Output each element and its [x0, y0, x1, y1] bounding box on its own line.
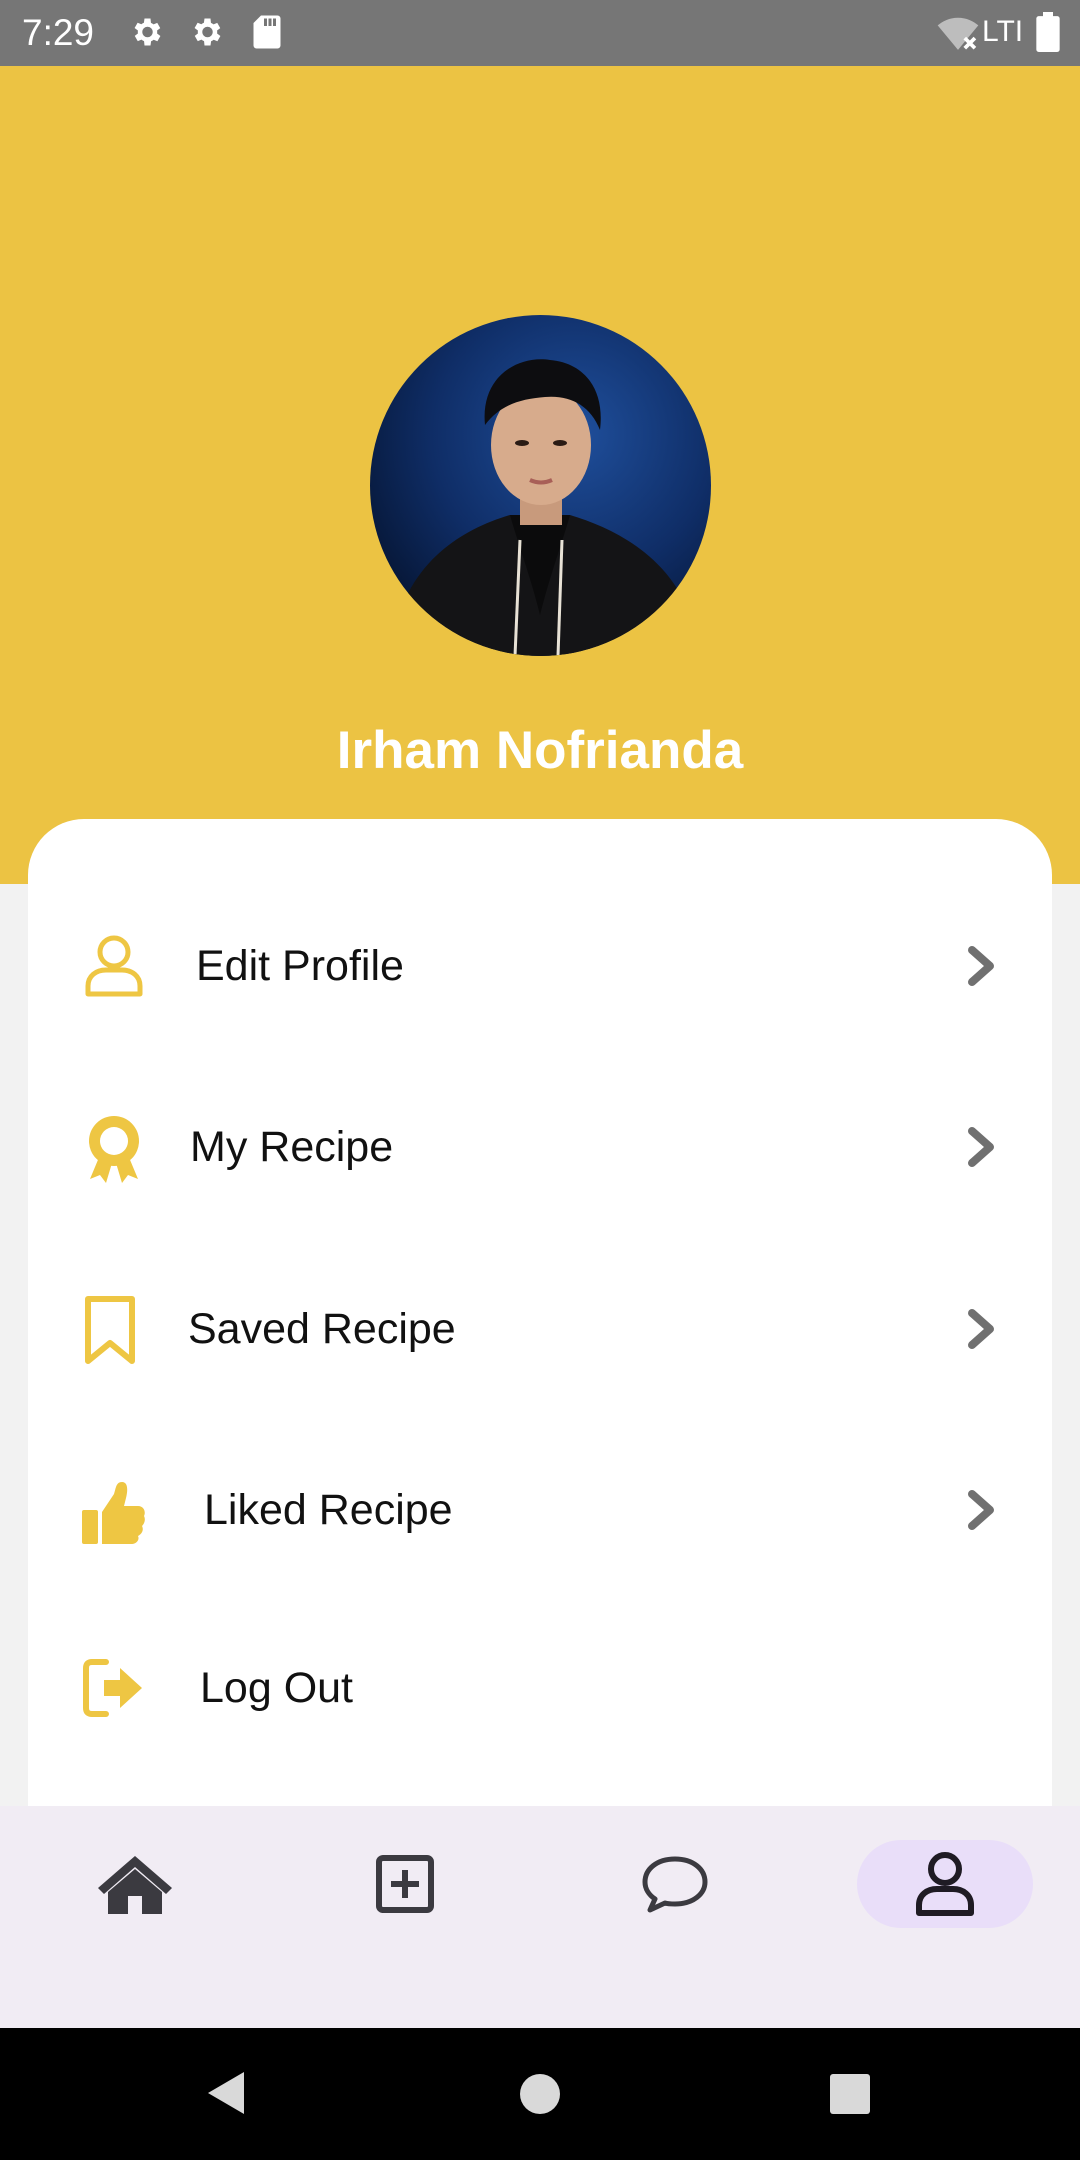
chevron-right-icon [964, 1488, 998, 1532]
nav-add-recipe[interactable] [317, 1840, 493, 1928]
nav-chat[interactable] [587, 1840, 763, 1928]
sd-card-icon [252, 14, 282, 55]
menu-item-saved-recipe[interactable]: Saved Recipe [28, 1259, 1052, 1399]
status-time: 7:29 [22, 12, 95, 53]
status-bar: 7:29 LTI [0, 0, 1080, 66]
logout-icon [80, 1654, 148, 1722]
menu-item-log-out[interactable]: Log Out [28, 1618, 1052, 1758]
menu-item-label: Log Out [200, 1664, 353, 1712]
bottom-nav [0, 1806, 1080, 2028]
user-name: Irham Nofrianda [336, 721, 744, 780]
bookmark-icon [80, 1295, 148, 1364]
settings-icon [128, 14, 164, 55]
network-label: LTI [982, 15, 1024, 48]
battery-icon [1036, 12, 1060, 57]
nav-profile[interactable] [857, 1840, 1033, 1928]
user-icon [80, 932, 148, 1000]
menu-item-label: Saved Recipe [188, 1305, 456, 1353]
menu-item-label: Edit Profile [196, 942, 404, 990]
settings-icon [188, 14, 224, 55]
wifi-off-icon [936, 14, 980, 57]
home-button-icon[interactable] [518, 2072, 562, 2121]
thumbs-up-icon [80, 1476, 148, 1544]
menu-item-liked-recipe[interactable]: Liked Recipe [28, 1440, 1052, 1580]
profile-menu-card: Edit Profile My Recipe Saved Recipe Like… [28, 819, 1052, 1849]
menu-item-label: Liked Recipe [204, 1486, 453, 1534]
recents-icon[interactable] [828, 2072, 872, 2121]
menu-item-my-recipe[interactable]: My Recipe [28, 1077, 1052, 1217]
chevron-right-icon [964, 1125, 998, 1169]
chevron-right-icon [964, 944, 998, 988]
chevron-right-icon [964, 1307, 998, 1351]
menu-item-label: My Recipe [190, 1123, 394, 1171]
nav-home[interactable] [47, 1840, 223, 1928]
avatar[interactable] [370, 315, 711, 656]
menu-item-edit-profile[interactable]: Edit Profile [28, 896, 1052, 1036]
profile-header: Irham Nofrianda [0, 66, 1080, 884]
back-icon[interactable] [204, 2068, 248, 2123]
award-icon [80, 1113, 148, 1183]
system-nav-bar [0, 2028, 1080, 2160]
